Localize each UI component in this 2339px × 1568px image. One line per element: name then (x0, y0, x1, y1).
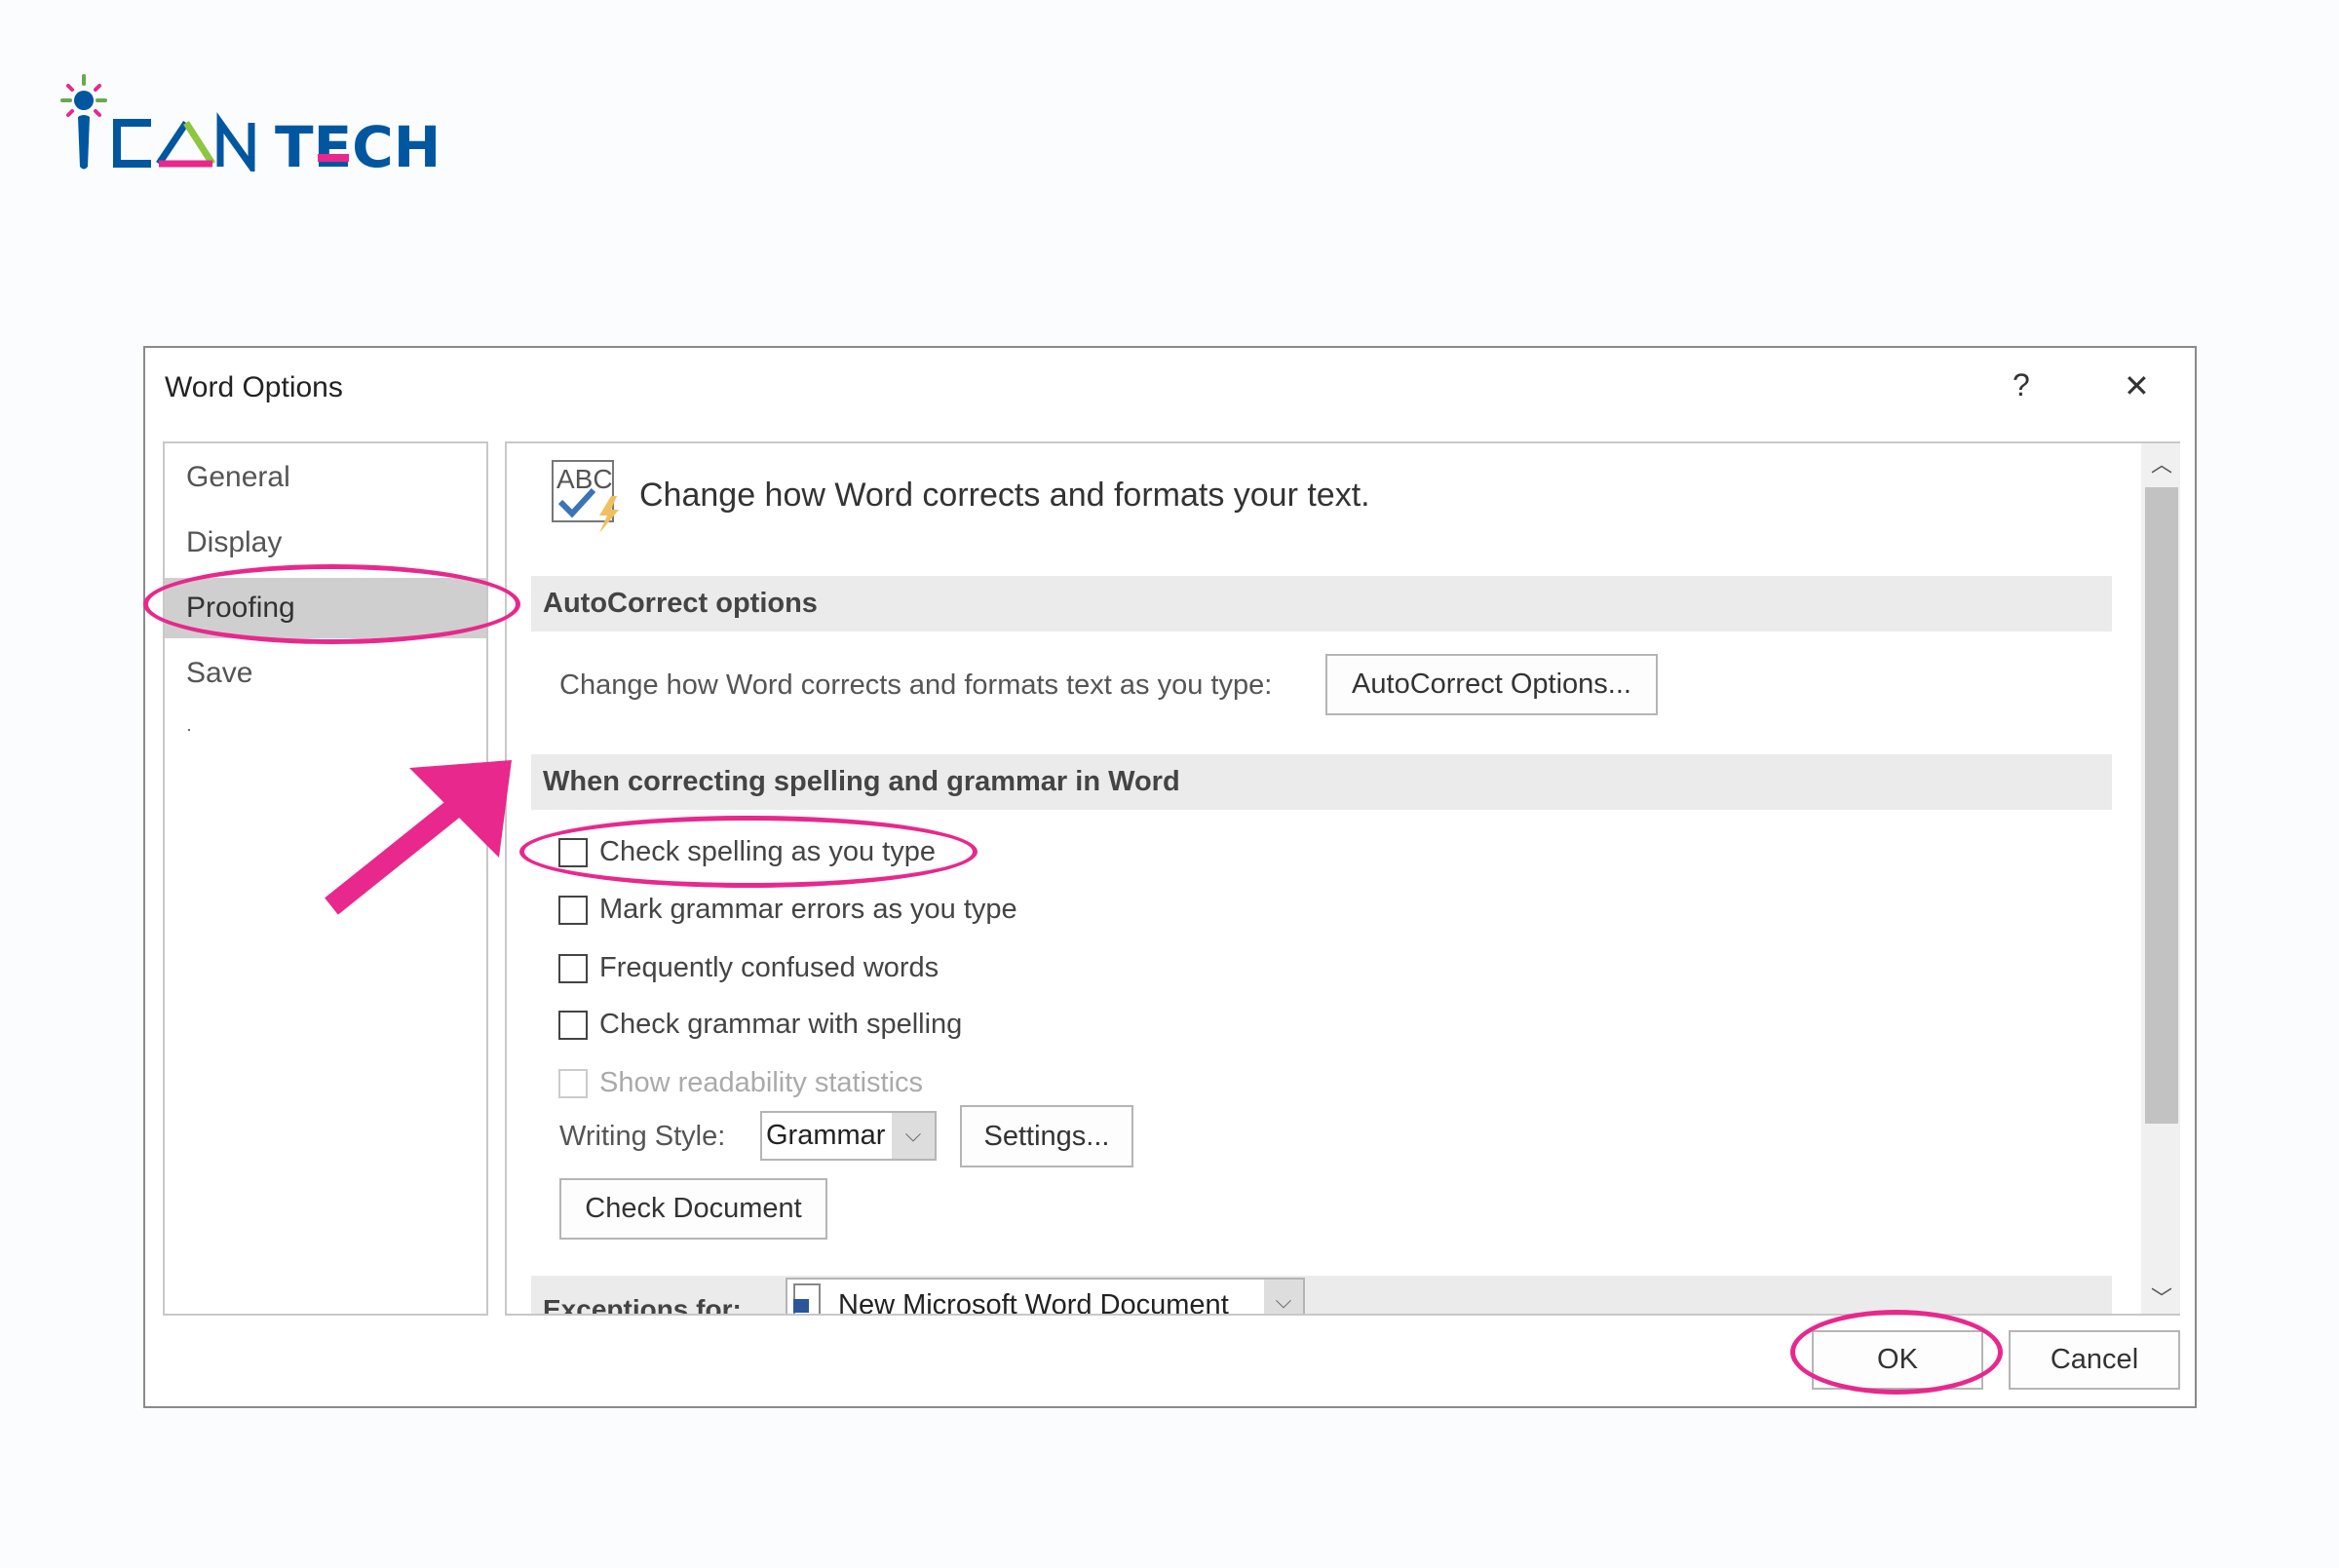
scroll-up-icon[interactable]: ︿ (2141, 447, 2180, 478)
exceptions-document-dropdown[interactable]: New Microsoft Word Document ⌵ (786, 1278, 1305, 1316)
readability-checkbox (558, 1069, 588, 1098)
mark-grammar-checkbox[interactable] (558, 896, 588, 925)
annotation-arrow-icon (325, 760, 512, 915)
scroll-down-icon[interactable]: ﹀ (2141, 1281, 2180, 1313)
check-grammar-label: Check grammar with spelling (599, 1009, 963, 1040)
nav-item-general[interactable]: General (165, 447, 486, 508)
autocorrect-options-button[interactable]: AutoCorrect Options... (1325, 654, 1658, 715)
close-button[interactable]: ✕ (2124, 367, 2150, 404)
svg-text:ABC: ABC (556, 464, 613, 494)
cancel-button[interactable]: Cancel (2009, 1330, 2180, 1390)
check-grammar-checkbox[interactable] (558, 1011, 588, 1040)
exceptions-document-value: New Microsoft Word Document (838, 1289, 1229, 1316)
abc-check-icon: ABC (552, 460, 619, 533)
writing-style-dropdown[interactable]: Grammar ⌵ (760, 1111, 937, 1161)
icantech-logo: TECH (60, 74, 441, 172)
readability-label: Show readability statistics (599, 1067, 924, 1098)
annotation-ellipse-proofing (143, 564, 520, 644)
scrollbar[interactable]: ︿ ﹀ (2141, 443, 2180, 1314)
writing-style-label: Writing Style: (559, 1121, 726, 1152)
mark-grammar-label: Mark grammar errors as you type (599, 894, 1017, 925)
spelling-section-header: When correcting spelling and grammar in … (531, 754, 2112, 810)
annotation-ellipse-ok (1790, 1310, 2003, 1395)
dialog-title: Word Options (165, 371, 343, 403)
autocorrect-description: Change how Word corrects and formats tex… (559, 669, 1273, 701)
help-button[interactable]: ? (2013, 367, 2030, 403)
autocorrect-section-header: AutoCorrect options (531, 576, 2112, 631)
check-document-button[interactable]: Check Document (559, 1178, 827, 1240)
confused-words-label: Frequently confused words (599, 952, 939, 983)
svg-text:TECH: TECH (275, 114, 441, 172)
chevron-down-icon: ⌵ (892, 1113, 935, 1159)
proofing-heading: Change how Word corrects and formats you… (639, 477, 1370, 514)
settings-button[interactable]: Settings... (960, 1105, 1133, 1167)
scrollbar-thumb[interactable] (2145, 487, 2178, 1124)
word-document-icon (793, 1283, 821, 1314)
confused-words-checkbox[interactable] (558, 954, 588, 983)
nav-item-save[interactable]: Save (165, 643, 486, 704)
annotation-ellipse-check-spelling (519, 816, 978, 888)
writing-style-value: Grammar (766, 1120, 886, 1151)
chevron-down-icon: ⌵ (1264, 1280, 1303, 1314)
